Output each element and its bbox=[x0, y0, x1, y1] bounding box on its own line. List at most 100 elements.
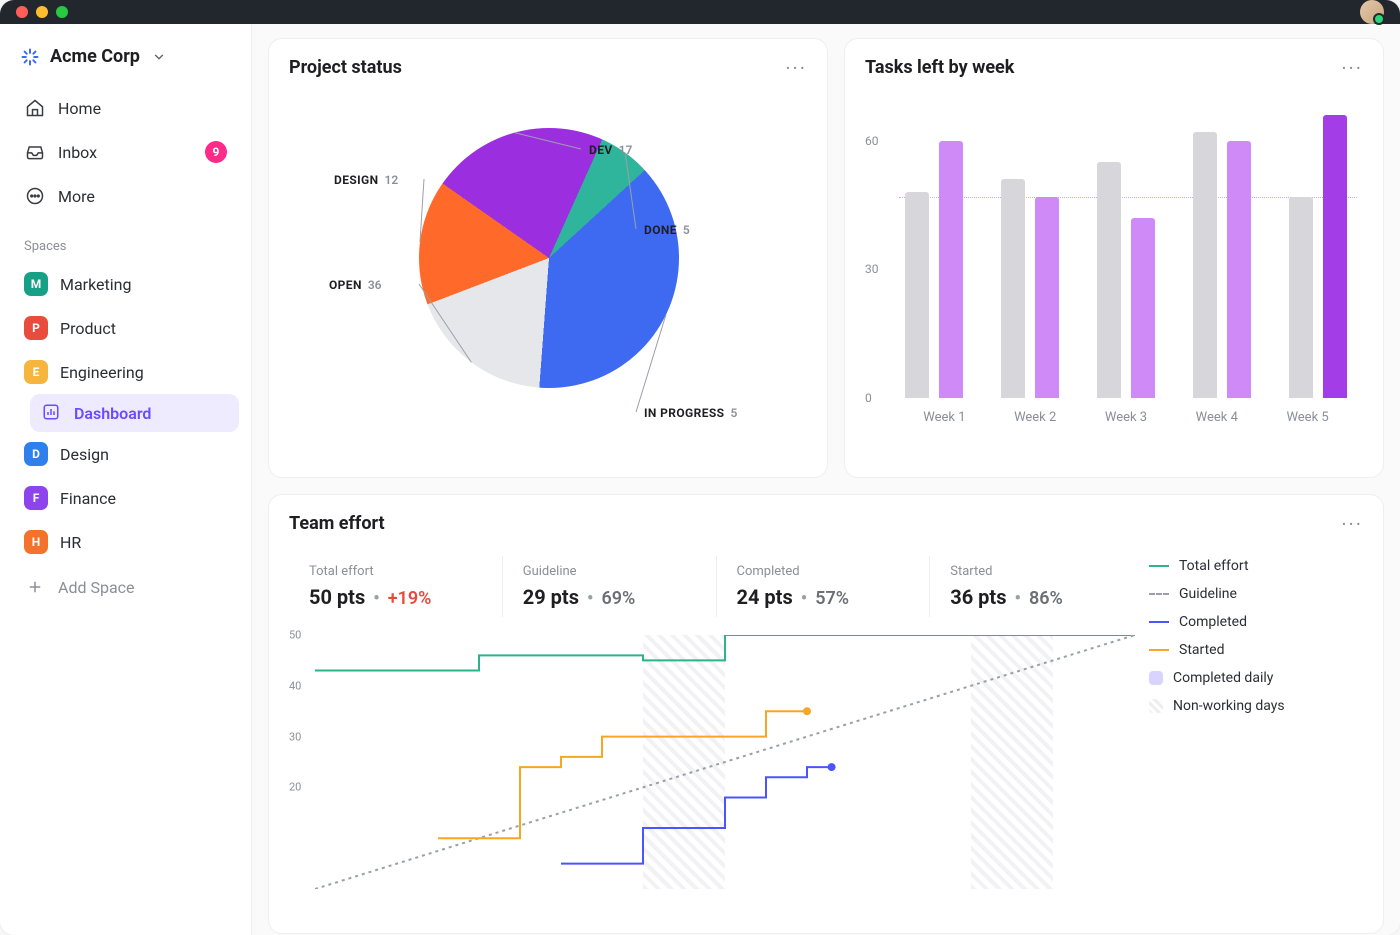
bar bbox=[1227, 141, 1251, 398]
nav-inbox[interactable]: Inbox 9 bbox=[12, 131, 239, 173]
space-item-marketing[interactable]: M Marketing bbox=[12, 262, 239, 306]
inbox-icon bbox=[24, 141, 46, 163]
more-icon bbox=[24, 185, 46, 207]
stat-value: 36 pts bbox=[950, 585, 1006, 609]
workspace-switcher[interactable]: Acme Corp bbox=[12, 38, 239, 85]
dashboard-icon bbox=[42, 403, 62, 423]
pie-chart: DEV 17DONE 5IN PROGRESS 5OPEN 36DESIGN 1… bbox=[289, 88, 807, 448]
window-close-icon[interactable] bbox=[16, 6, 28, 18]
legend-item: Guideline bbox=[1149, 580, 1357, 608]
space-avatar-icon: H bbox=[24, 530, 48, 554]
x-tick: Week 2 bbox=[1014, 410, 1056, 425]
card-title: Project status bbox=[289, 57, 402, 78]
pie-label-open: OPEN 36 bbox=[329, 278, 382, 292]
main-content: Project status ··· DEV 17 DONE 5 IN PROGRE… bbox=[252, 24, 1400, 935]
pie-label-dev: DEV 17 bbox=[589, 143, 632, 157]
bar bbox=[939, 141, 963, 398]
card-tasks-left: Tasks left by week ··· 03060 Week 1Week … bbox=[844, 38, 1384, 478]
pie-label-done: DONE 5 bbox=[644, 223, 690, 237]
y-tick: 60 bbox=[865, 134, 879, 148]
bar bbox=[1001, 179, 1025, 398]
space-avatar-icon: P bbox=[24, 316, 48, 340]
window-zoom-icon[interactable] bbox=[56, 6, 68, 18]
bar-group bbox=[1001, 179, 1059, 398]
nav-inbox-label: Inbox bbox=[58, 143, 97, 162]
space-item-hr[interactable]: H HR bbox=[12, 520, 239, 564]
stat-value: 29 pts bbox=[523, 585, 579, 609]
nav-home[interactable]: Home bbox=[12, 87, 239, 129]
y-tick: 0 bbox=[865, 391, 872, 405]
space-item-design[interactable]: D Design bbox=[12, 432, 239, 476]
space-label: Finance bbox=[60, 489, 116, 508]
workspace-logo-icon bbox=[20, 47, 40, 67]
bar-group bbox=[1097, 162, 1155, 398]
bar bbox=[1193, 132, 1217, 398]
legend-item: Non-working days bbox=[1149, 692, 1357, 720]
space-label: Engineering bbox=[60, 363, 144, 382]
bar bbox=[905, 192, 929, 398]
bar-chart: 03060 Week 1Week 2Week 3Week 4Week 5 bbox=[865, 88, 1363, 448]
card-menu-button[interactable]: ··· bbox=[1341, 63, 1363, 73]
legend-label: Completed daily bbox=[1173, 670, 1273, 686]
spaces-heading: Spaces bbox=[12, 219, 239, 260]
legend-label: Guideline bbox=[1179, 586, 1237, 602]
sidebar-item-dashboard[interactable]: Dashboard bbox=[30, 394, 239, 432]
user-avatar[interactable] bbox=[1360, 0, 1384, 24]
space-item-engineering[interactable]: EEngineering bbox=[12, 350, 239, 394]
stat-label: Started bbox=[950, 564, 1123, 579]
effort-stat: Guideline 29 pts•69% bbox=[503, 556, 717, 617]
bar bbox=[1035, 197, 1059, 398]
add-space-label: Add Space bbox=[58, 578, 135, 597]
space-label: Marketing bbox=[60, 275, 131, 294]
effort-stat: Total effort 50 pts•+19% bbox=[289, 556, 503, 617]
stat-label: Total effort bbox=[309, 564, 482, 579]
nav-home-label: Home bbox=[58, 99, 101, 118]
legend-item: Total effort bbox=[1149, 552, 1357, 580]
effort-line-chart: 20304050 bbox=[289, 635, 1143, 915]
card-menu-button[interactable]: ··· bbox=[1341, 519, 1363, 529]
stat-value: 24 pts bbox=[737, 585, 793, 609]
space-avatar-icon: M bbox=[24, 272, 48, 296]
dashboard-label: Dashboard bbox=[74, 404, 151, 423]
home-icon bbox=[24, 97, 46, 119]
effort-legend: Total effort Guideline Completed Started Com… bbox=[1143, 544, 1363, 915]
x-tick: Week 3 bbox=[1105, 410, 1147, 425]
y-tick: 30 bbox=[865, 262, 879, 276]
legend-label: Non-working days bbox=[1173, 698, 1285, 714]
space-label: HR bbox=[60, 533, 81, 552]
nav-more-label: More bbox=[58, 187, 95, 206]
series-line bbox=[561, 767, 832, 864]
legend-label: Completed bbox=[1179, 614, 1247, 630]
legend-label: Started bbox=[1179, 642, 1225, 658]
stat-value: 50 pts bbox=[309, 585, 365, 609]
window-titlebar bbox=[0, 0, 1400, 24]
space-item-finance[interactable]: FFinance bbox=[12, 476, 239, 520]
effort-stat: Completed 24 pts•57% bbox=[717, 556, 931, 617]
card-menu-button[interactable]: ··· bbox=[785, 63, 807, 73]
stat-extra: 69% bbox=[601, 588, 635, 609]
bar bbox=[1097, 162, 1121, 398]
legend-item: Completed bbox=[1149, 608, 1357, 636]
card-title: Tasks left by week bbox=[865, 57, 1014, 78]
bar bbox=[1131, 218, 1155, 398]
window-minimize-icon[interactable] bbox=[36, 6, 48, 18]
stat-extra: +19% bbox=[388, 588, 432, 609]
series-line bbox=[438, 711, 807, 838]
series-line bbox=[315, 635, 1135, 671]
series-end-marker bbox=[828, 763, 836, 771]
bar bbox=[1289, 197, 1313, 398]
nav-more[interactable]: More bbox=[12, 175, 239, 217]
card-team-effort: Team effort ··· Total effort 50 pts•+19%… bbox=[268, 494, 1384, 934]
space-item-product[interactable]: PProduct bbox=[12, 306, 239, 350]
stat-label: Completed bbox=[737, 564, 910, 579]
add-space-button[interactable]: Add Space bbox=[12, 566, 239, 608]
space-avatar-icon: D bbox=[24, 442, 48, 466]
series-line bbox=[315, 635, 1135, 889]
series-end-marker bbox=[803, 707, 811, 715]
space-label: Design bbox=[60, 445, 109, 464]
x-tick: Week 4 bbox=[1196, 410, 1238, 425]
stat-extra: 57% bbox=[815, 588, 849, 609]
bar-group bbox=[1193, 132, 1251, 398]
sidebar: Acme Corp Home Inbox 9 More bbox=[0, 24, 252, 935]
pie-label-in-progress: IN PROGRESS 5 bbox=[644, 406, 737, 420]
